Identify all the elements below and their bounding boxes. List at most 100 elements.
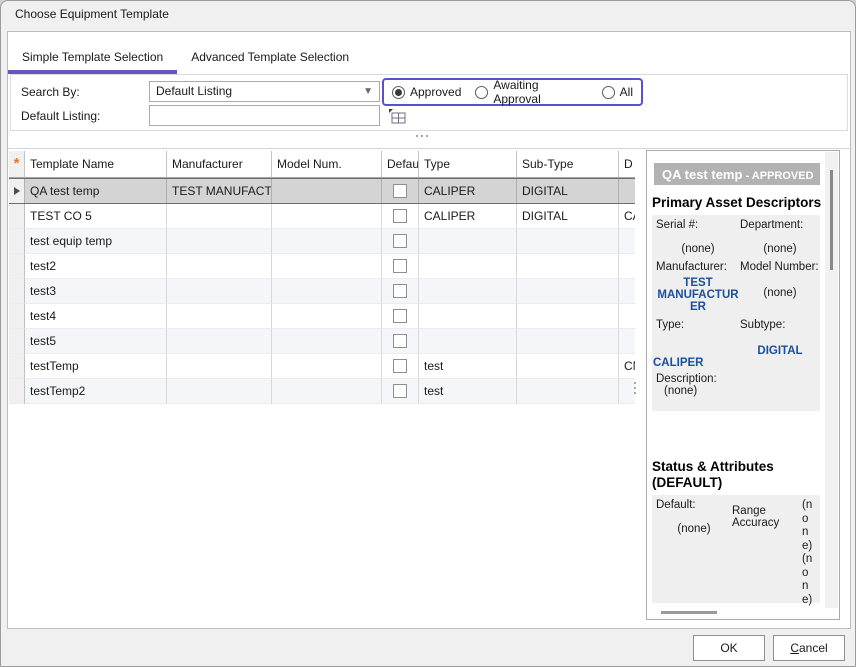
table-row[interactable]: test4 bbox=[9, 304, 635, 329]
cell-type: CALIPER bbox=[419, 179, 517, 203]
new-row-star-icon: * bbox=[9, 151, 25, 177]
cell-subtype bbox=[517, 304, 619, 329]
cell-dept bbox=[619, 329, 635, 354]
range-accuracy-label: Range Accuracy bbox=[732, 505, 802, 620]
cell-manufacturer bbox=[167, 354, 272, 379]
details-header: QA test temp - APPROVED bbox=[654, 163, 820, 185]
department-value: (none) bbox=[740, 243, 820, 255]
search-by-dropdown[interactable]: Default Listing ▼ bbox=[149, 81, 380, 102]
default-checkbox[interactable] bbox=[393, 184, 407, 198]
default-checkbox[interactable] bbox=[393, 259, 407, 273]
radio-awaiting-approval[interactable]: Awaiting Approval bbox=[475, 78, 587, 106]
cell-model bbox=[272, 254, 382, 279]
col-dept[interactable]: D bbox=[619, 151, 635, 177]
default-checkbox[interactable] bbox=[393, 359, 407, 373]
default-label: Default: bbox=[656, 499, 732, 511]
manufacturer-value: TEST MANUFACTURER bbox=[656, 277, 740, 313]
cell-dept bbox=[619, 304, 635, 329]
cell-dept: CA bbox=[619, 204, 635, 229]
default-checkbox[interactable] bbox=[393, 234, 407, 248]
default-checkbox[interactable] bbox=[393, 284, 407, 298]
cell-default bbox=[382, 279, 419, 304]
default-value: (none) bbox=[656, 523, 732, 535]
default-checkbox[interactable] bbox=[393, 209, 407, 223]
search-by-dropdown-value: Default Listing bbox=[156, 84, 232, 98]
ok-button[interactable]: OK bbox=[693, 635, 765, 661]
cell-dept: CM bbox=[619, 354, 635, 379]
row-marker bbox=[9, 279, 25, 304]
cell-model bbox=[272, 179, 382, 203]
col-manufacturer[interactable]: Manufacturer bbox=[167, 151, 272, 177]
cell-subtype bbox=[517, 229, 619, 254]
cell-manufacturer: TEST MANUFACTURER bbox=[167, 179, 272, 203]
cell-type: test bbox=[419, 354, 517, 379]
default-checkbox[interactable] bbox=[393, 334, 407, 348]
col-default[interactable]: Defau bbox=[382, 151, 419, 177]
dialog-title: Choose Equipment Template bbox=[15, 7, 169, 21]
cell-type bbox=[419, 329, 517, 354]
details-vertical-scrollbar[interactable] bbox=[825, 152, 838, 608]
cell-dept bbox=[619, 254, 635, 279]
type-value: CALIPER bbox=[653, 357, 740, 369]
titlebar: Choose Equipment Template bbox=[1, 1, 855, 31]
serial-label: Serial #: bbox=[656, 219, 740, 231]
table-row[interactable]: TEST CO 5 CALIPER DIGITAL CA bbox=[9, 204, 635, 229]
radio-approved[interactable]: Approved bbox=[392, 85, 461, 99]
cancel-button[interactable]: Cancel bbox=[773, 635, 845, 661]
cell-type: CALIPER bbox=[419, 204, 517, 229]
cell-subtype: DIGITAL bbox=[517, 204, 619, 229]
cell-default bbox=[382, 329, 419, 354]
lookup-grid-icon[interactable] bbox=[388, 108, 406, 124]
status-attributes-heading: Status & Attributes (DEFAULT) bbox=[652, 459, 822, 491]
table-row[interactable]: test5 bbox=[9, 329, 635, 354]
tab-advanced-template-selection[interactable]: Advanced Template Selection bbox=[177, 44, 363, 74]
cell-template-name: QA test temp bbox=[25, 179, 167, 203]
cell-subtype bbox=[517, 279, 619, 304]
radio-awaiting-approval-label: Awaiting Approval bbox=[493, 78, 587, 106]
pane-divider bbox=[8, 148, 852, 149]
default-checkbox[interactable] bbox=[393, 384, 407, 398]
col-model-num[interactable]: Model Num. bbox=[272, 151, 382, 177]
details-status-badge: - APPROVED bbox=[742, 170, 813, 182]
details-horizontal-scrollbar[interactable] bbox=[661, 611, 717, 614]
scrollbar-thumb[interactable] bbox=[830, 170, 833, 270]
cell-subtype bbox=[517, 354, 619, 379]
table-row[interactable]: testTemp test CM bbox=[9, 354, 635, 379]
cell-manufacturer bbox=[167, 229, 272, 254]
subtype-label: Subtype: bbox=[740, 319, 820, 331]
col-type[interactable]: Type bbox=[419, 151, 517, 177]
radio-all[interactable]: All bbox=[602, 85, 633, 99]
row-marker-icon bbox=[9, 179, 25, 203]
col-sub-type[interactable]: Sub-Type bbox=[517, 151, 619, 177]
table-row[interactable]: test3 bbox=[9, 279, 635, 304]
table-row[interactable]: test2 bbox=[9, 254, 635, 279]
cell-type bbox=[419, 254, 517, 279]
department-label: Department: bbox=[740, 219, 820, 231]
manufacturer-label: Manufacturer: bbox=[656, 261, 740, 273]
cell-subtype: DIGITAL bbox=[517, 179, 619, 203]
search-groupbox: Search By: Default Listing ▼ Approved Aw… bbox=[10, 74, 848, 131]
cell-type bbox=[419, 304, 517, 329]
default-checkbox[interactable] bbox=[393, 309, 407, 323]
cell-type: test bbox=[419, 379, 517, 404]
default-listing-input[interactable] bbox=[149, 105, 380, 126]
cell-model bbox=[272, 379, 382, 404]
primary-asset-descriptors-heading: Primary Asset Descriptors bbox=[652, 195, 822, 211]
horizontal-splitter-grip[interactable] bbox=[416, 135, 438, 141]
cancel-label-initial: C bbox=[790, 641, 799, 655]
col-template-name[interactable]: Template Name bbox=[25, 151, 167, 177]
table-row[interactable]: test equip temp bbox=[9, 229, 635, 254]
range-accuracy-value: (none)(none) bbox=[802, 499, 812, 620]
table-row[interactable]: QA test temp TEST MANUFACTURER CALIPER D… bbox=[9, 178, 635, 204]
tab-simple-template-selection[interactable]: Simple Template Selection bbox=[8, 44, 177, 74]
cell-default bbox=[382, 304, 419, 329]
row-marker bbox=[9, 254, 25, 279]
search-by-label: Search By: bbox=[21, 85, 80, 99]
details-template-name: QA test temp bbox=[662, 167, 742, 182]
type-label: Type: bbox=[656, 319, 740, 331]
cell-dept bbox=[619, 229, 635, 254]
table-row[interactable]: testTemp2 test bbox=[9, 379, 635, 404]
vertical-splitter-grip[interactable] bbox=[634, 382, 636, 394]
cell-model bbox=[272, 329, 382, 354]
description-label: Description: bbox=[656, 373, 816, 385]
